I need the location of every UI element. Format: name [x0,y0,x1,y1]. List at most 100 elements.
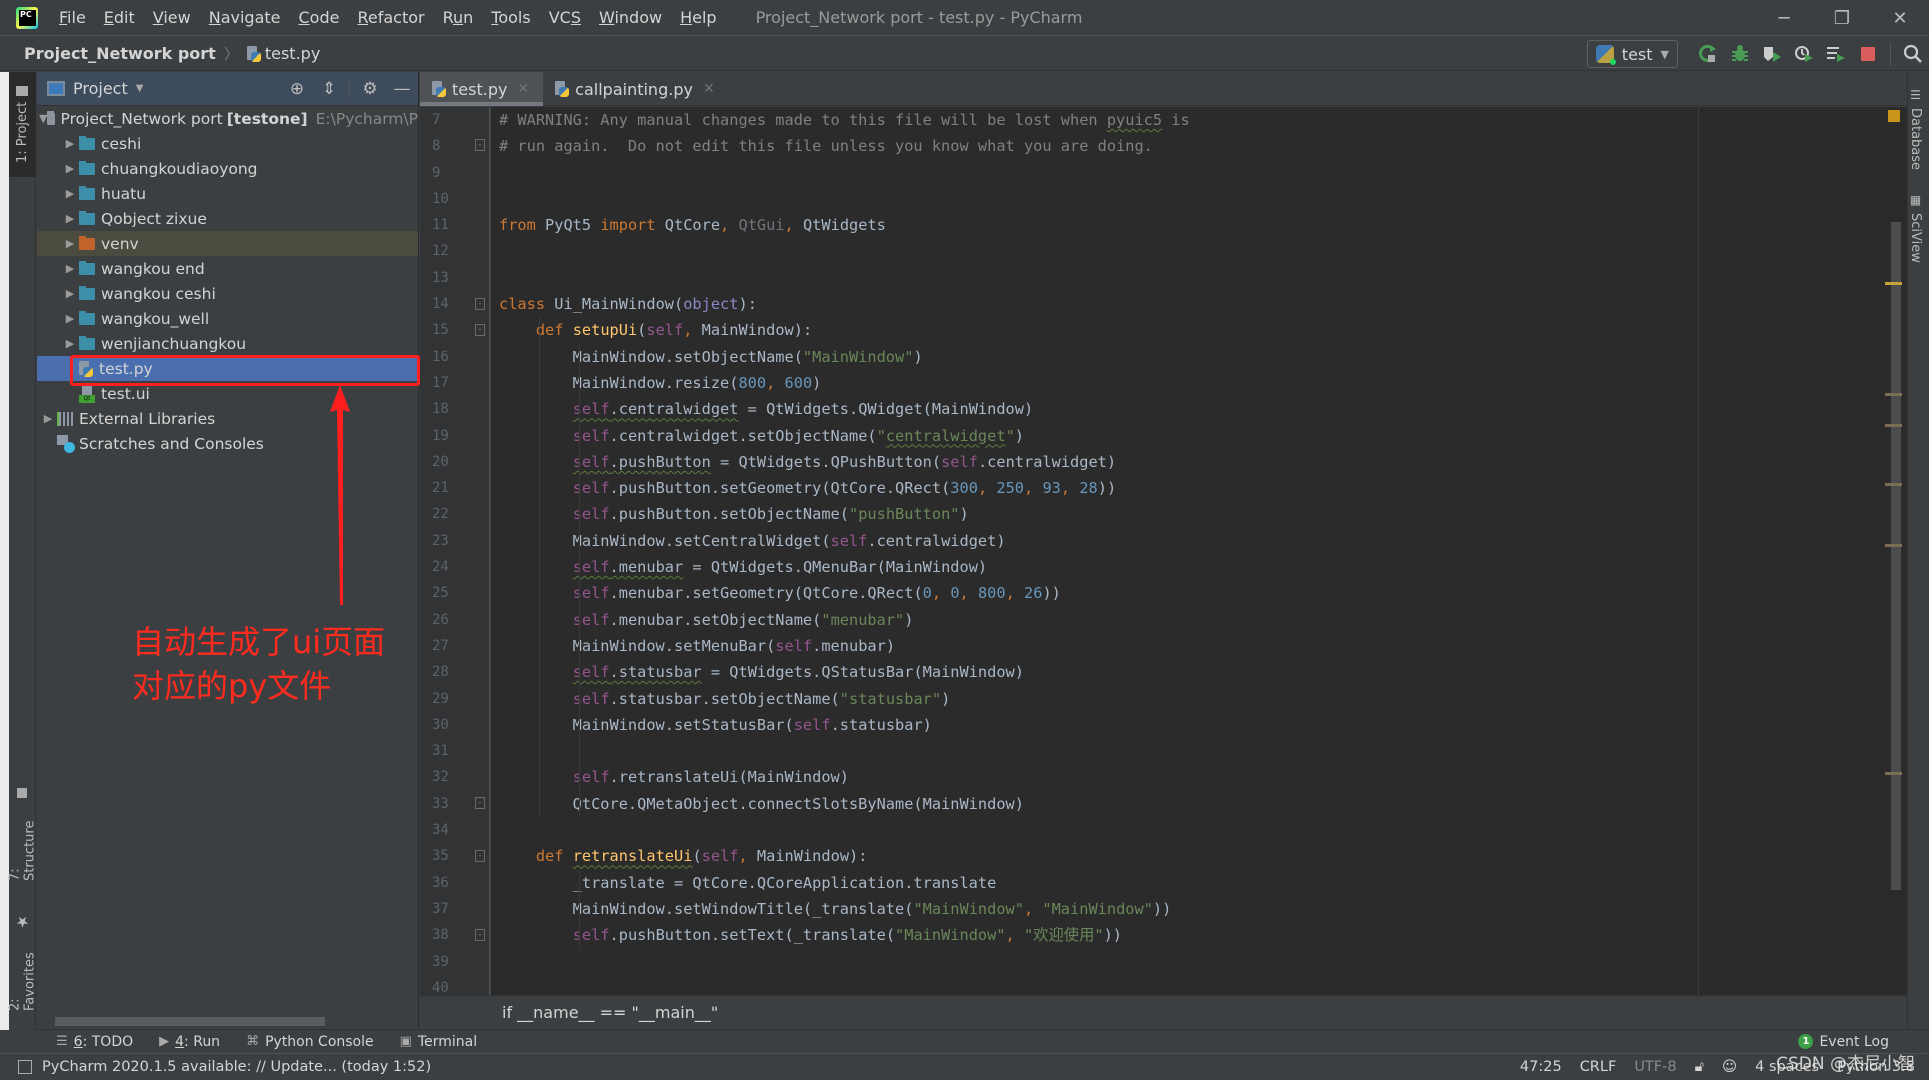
close-window-button[interactable]: ✕ [1871,0,1929,36]
weak-warning-marker[interactable] [1885,483,1902,486]
menu-item[interactable]: Edit [95,8,144,27]
weak-warning-marker[interactable] [1885,544,1902,547]
code-line[interactable] [491,265,1881,291]
code-line[interactable] [491,817,1881,843]
file-encoding[interactable]: UTF-8 [1634,1059,1676,1075]
code-line[interactable]: MainWindow.setObjectName("MainWindow") [491,344,1881,370]
code-line[interactable] [491,238,1881,264]
menu-item[interactable]: File [50,8,95,27]
code-line[interactable]: self.statusbar = QtWidgets.QStatusBar(Ma… [491,659,1881,685]
tree-folder[interactable]: ▶ ceshi [37,131,418,156]
editor-breadcrumb[interactable]: if __name__ == "__main__" [502,1003,718,1022]
code-line[interactable]: MainWindow.setCentralWidget(self.central… [491,528,1881,554]
tree-file-test-ui[interactable]: test.ui [37,381,418,406]
tree-folder[interactable]: ▶ wenjianchuangkou [37,331,418,356]
chevron-right-icon[interactable]: ▶ [61,187,79,200]
tree-folder[interactable]: ▶ wangkou_well [37,306,418,331]
code-line[interactable]: self.pushButton.setGeometry(QtCore.QRect… [491,475,1881,501]
code-line[interactable]: MainWindow.setStatusBar(self.statusbar) [491,712,1881,738]
concurrency-icon[interactable] [1820,38,1852,70]
tool-tab-project[interactable]: 1: Project [9,72,36,177]
fold-end-icon[interactable]: - [475,139,485,151]
code-line[interactable]: self.pushButton = QtWidgets.QPushButton(… [491,449,1881,475]
project-view-select[interactable]: Project [73,79,128,98]
project-horizontal-scrollbar[interactable] [37,1014,419,1028]
menu-item[interactable]: Tools [482,8,539,27]
scrollbar-thumb[interactable] [55,1017,325,1026]
chevron-right-icon[interactable]: ▶ [61,162,79,175]
restore-button[interactable]: ❐ [1813,0,1871,36]
fold-end-icon[interactable]: - [475,797,485,809]
code-line[interactable]: self.menubar.setGeometry(QtCore.QRect(0,… [491,580,1881,606]
weak-warning-marker[interactable] [1885,393,1902,396]
bottom-tab[interactable]: ▶ 4: Run [153,1034,226,1050]
code-line[interactable]: self.menubar = QtWidgets.QMenuBar(MainWi… [491,554,1881,580]
menu-item[interactable]: Navigate [200,8,290,27]
caret-position[interactable]: 47:25 [1520,1059,1562,1075]
profile-icon[interactable] [1788,38,1820,70]
scrollbar-thumb[interactable] [1891,222,1901,890]
code-line[interactable]: self.pushButton.setText(_translate("Main… [491,922,1881,948]
menu-item[interactable]: Refactor [348,8,433,27]
chevron-right-icon[interactable]: ▶ [61,312,79,325]
bottom-tab[interactable]: ▣ Terminal [394,1034,483,1050]
menu-item[interactable]: Help [671,8,725,27]
minimize-button[interactable]: ─ [1755,0,1813,36]
inspection-status-icon[interactable] [1888,110,1900,122]
tool-tab-favorites[interactable]: 2: Favorites ★ [8,907,38,1017]
code-line[interactable] [491,186,1881,212]
chevron-right-icon[interactable]: ▶ [61,287,79,300]
code-line[interactable]: _translate = QtCore.QCoreApplication.tra… [491,870,1881,896]
lock-icon[interactable]: 🔓︎ [1695,1059,1704,1075]
tree-root[interactable]: ▼ Project_Network port [testone] E:\Pych… [37,106,418,131]
menu-item[interactable]: Code [290,8,349,27]
code-line[interactable]: from PyQt5 import QtCore, QtGui, QtWidge… [491,212,1881,238]
debug-icon[interactable] [1724,38,1756,70]
code-line[interactable] [491,738,1881,764]
code-line[interactable]: # WARNING: Any manual changes made to th… [491,107,1881,133]
breadcrumb-project[interactable]: Project_Network port [24,44,216,63]
line-separator[interactable]: CRLF [1580,1059,1617,1075]
indent-setting[interactable]: 4 spaces [1755,1059,1819,1075]
tree-folder[interactable]: ▶ chuangkoudiaoyong [37,156,418,181]
bottom-tab[interactable]: ⌘ Python Console [240,1034,380,1050]
stop-icon[interactable] [1852,38,1884,70]
chevron-down-icon[interactable]: ▼ [136,83,144,94]
tree-scratches[interactable]: Scratches and Consoles [37,431,418,456]
weak-warning-marker[interactable] [1885,772,1902,775]
editor-tab[interactable]: test.py ✕ [420,72,544,106]
tool-tab-sciview[interactable]: ▦ SciView [1902,187,1929,269]
fold-start-icon[interactable]: - [475,324,485,336]
menu-item[interactable]: Window [590,8,671,27]
status-message[interactable]: PyCharm 2020.1.5 available: // Update...… [42,1059,431,1075]
code-line[interactable]: self.retranslateUi(MainWindow) [491,764,1881,790]
code-line[interactable]: # run again. Do not edit this file unles… [491,133,1881,159]
hide-panel-icon[interactable]: — [386,79,418,99]
editor-tab[interactable]: callpainting.py ✕ [543,72,729,106]
code-line[interactable]: def setupUi(self, MainWindow): [491,317,1881,343]
code-editor[interactable]: # WARNING: Any manual changes made to th… [491,107,1881,995]
menu-item[interactable]: View [144,8,200,27]
tree-folder[interactable]: ▶ venv [37,231,418,256]
code-line[interactable]: self.menubar.setObjectName("menubar") [491,607,1881,633]
chevron-right-icon[interactable]: ▶ [61,212,79,225]
bottom-tab[interactable]: ☰ 6: TODO [50,1034,139,1050]
code-line[interactable]: self.centralwidget = QtWidgets.QWidget(M… [491,396,1881,422]
code-line[interactable]: self.statusbar.setObjectName("statusbar"… [491,686,1881,712]
code-line[interactable]: class Ui_MainWindow(object): [491,291,1881,317]
rerun-icon[interactable] [1692,38,1724,70]
code-line[interactable]: MainWindow.setMenuBar(self.menubar) [491,633,1881,659]
weak-warning-marker[interactable] [1885,424,1902,427]
fold-end-icon[interactable]: - [475,929,485,941]
chevron-right-icon[interactable]: ▶ [39,412,57,425]
chevron-right-icon[interactable]: ▶ [61,137,79,150]
tree-folder[interactable]: ▶ wangkou ceshi [37,281,418,306]
chevron-right-icon[interactable]: ▶ [61,237,79,250]
tree-external-libraries[interactable]: ▶ External Libraries [37,406,418,431]
tool-tab-database[interactable]: ☰ Database [1902,82,1929,176]
menu-item[interactable]: Run [434,8,483,27]
interpreter[interactable]: Python 3.8 [1837,1059,1915,1075]
tree-folder[interactable]: ▶ wangkou end [37,256,418,281]
fold-start-icon[interactable]: - [475,298,485,310]
tree-folder[interactable]: ▶ huatu [37,181,418,206]
